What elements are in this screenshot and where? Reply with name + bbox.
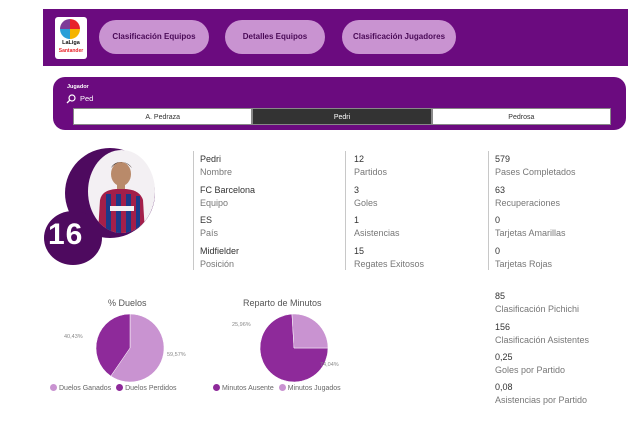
legend-ganados-dot (50, 384, 57, 391)
stat-asistentes-value: 156 (495, 322, 511, 332)
player-position-label: Posición (200, 259, 235, 269)
slicer-label: Jugador (67, 84, 89, 90)
stat-pichichi-label: Clasificación Pichichi (495, 304, 580, 314)
slicer-option-pedri[interactable]: Pedri (252, 108, 432, 125)
legend-ausente-label: Minutos Ausente (222, 385, 274, 392)
divider (345, 151, 346, 270)
chart-minutos-pie (259, 313, 329, 383)
nav-clasificacion-equipos-button[interactable]: Clasificación Equipos (99, 20, 209, 54)
stat-pichichi-value: 85 (495, 291, 506, 301)
stat-amarillas-label: Tarjetas Amarillas (495, 228, 566, 238)
stat-recuperaciones-label: Recuperaciones (495, 198, 561, 208)
stat-regates-value: 15 (354, 246, 365, 256)
stat-asistencias-value: 1 (354, 215, 360, 225)
chart-duelos-label-ganados: 59,57% (167, 352, 186, 358)
legend-ausente-dot (213, 384, 220, 391)
laliga-logo-icon (60, 19, 80, 39)
divider (193, 151, 194, 270)
chart-minutos-label-ausente: 74,04% (320, 362, 339, 368)
player-search-input[interactable]: Ped (80, 94, 93, 103)
player-team-label: Equipo (200, 198, 229, 208)
player-portrait-icon (98, 162, 145, 233)
chart-minutos-title: Reparto de Minutos (243, 298, 322, 308)
player-team-value: FC Barcelona (200, 185, 256, 195)
nav-clasificacion-jugadores-button[interactable]: Clasificación Jugadores (342, 20, 456, 54)
player-slicer: Jugador Ped A. Pedraza Pedri Pedrosa (53, 77, 626, 130)
stat-asistentes-label: Clasificación Asistentes (495, 335, 590, 345)
legend-ganados-label: Duelos Ganados (59, 385, 112, 392)
chart-minutos-legend: Minutos Ausente Minutos Jugados (213, 384, 341, 392)
slicer-option-pedrosa[interactable]: Pedrosa (431, 108, 611, 125)
stat-goles-value: 3 (354, 185, 360, 195)
nav-detalles-equipos-button[interactable]: Detalles Equipos (225, 20, 325, 54)
stat-goles-partido-value: 0,25 (495, 352, 513, 362)
laliga-logo[interactable]: LaLiga Santander (55, 17, 87, 59)
chart-minutos-label-jugados: 25,96% (232, 322, 251, 328)
stat-recuperaciones-value: 63 (495, 185, 506, 195)
player-name-label: Nombre (200, 167, 233, 177)
logo-subtext: Santander (58, 48, 84, 54)
stat-goles-partido-label: Goles por Partido (495, 365, 566, 375)
player-name-value: Pedri (200, 154, 222, 164)
player-position-value: Midfielder (200, 246, 240, 256)
stat-goles-label: Goles (354, 198, 378, 208)
stat-asist-partido-value: 0,08 (495, 382, 513, 392)
stat-regates-label: Regates Exitosos (354, 259, 425, 269)
player-country-label: País (200, 228, 219, 238)
chart-duelos-pie (95, 313, 165, 383)
stat-rojas-label: Tarjetas Rojas (495, 259, 553, 269)
pie-slice-minutos-jugados[interactable] (291, 313, 329, 349)
legend-jugados-label: Minutos Jugados (287, 385, 341, 392)
legend-perdidos-dot (116, 384, 124, 391)
chart-duelos-legend: Duelos Ganados Duelos Perdidos (50, 384, 176, 392)
player-country-value: ES (200, 215, 213, 225)
top-nav-bar: LaLiga Santander Clasificación Equipos D… (43, 9, 628, 66)
stat-asistencias-label: Asistencias (354, 228, 400, 238)
player-photo (88, 150, 155, 233)
search-icon (66, 94, 76, 104)
chart-duelos-label-perdidos: 40,43% (64, 334, 83, 340)
stat-rojas-value: 0 (495, 246, 501, 256)
stat-partidos-label: Partidos (354, 167, 388, 177)
chart-duelos-title: % Duelos (108, 298, 147, 308)
stat-pases-value: 579 (495, 154, 511, 164)
stat-pases-label: Pases Completados (495, 167, 576, 177)
stat-asist-partido-label: Asistencias por Partido (495, 395, 588, 405)
stat-partidos-value: 12 (354, 154, 365, 164)
divider (488, 151, 489, 270)
legend-perdidos-label: Duelos Perdidos (125, 385, 177, 392)
stat-amarillas-value: 0 (495, 215, 501, 225)
slicer-options: A. Pedraza Pedri Pedrosa (73, 108, 611, 125)
slicer-option-a-pedraza[interactable]: A. Pedraza (73, 108, 253, 125)
logo-text: LaLiga (62, 40, 80, 46)
shirt-number: 16 (48, 218, 84, 251)
legend-jugados-dot (278, 384, 286, 391)
